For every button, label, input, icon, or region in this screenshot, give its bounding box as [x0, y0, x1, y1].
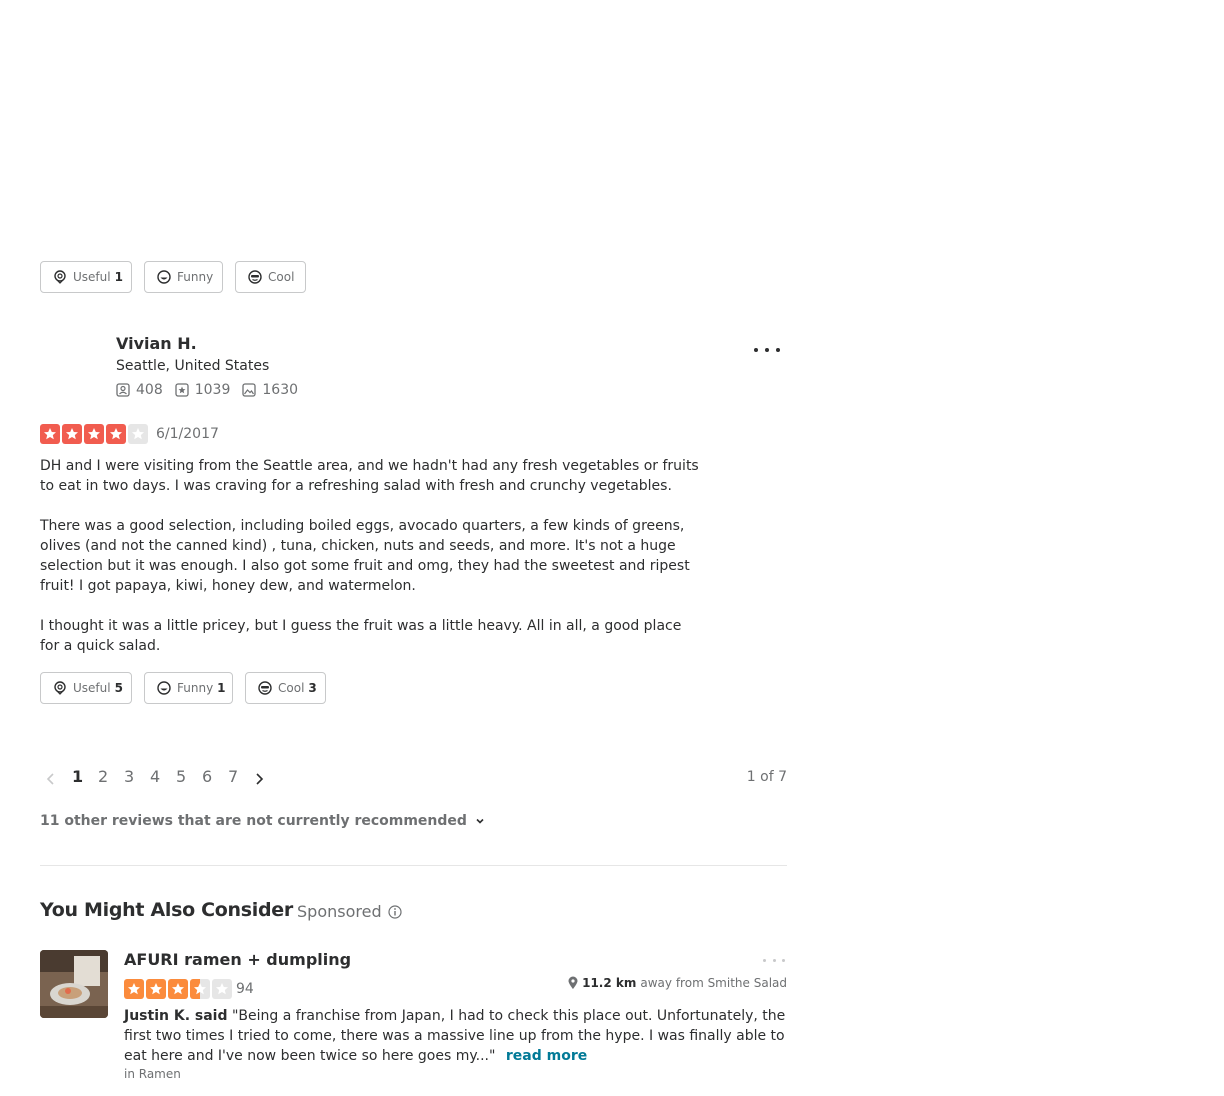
review-paragraph: DH and I were visiting from the Seattle … — [40, 458, 699, 494]
cool-icon — [258, 681, 272, 695]
friends-icon — [116, 383, 130, 397]
cool-button[interactable]: Cool 3 — [245, 672, 326, 704]
page-link-5[interactable]: 5 — [176, 767, 186, 786]
not-recommended-link[interactable]: 11 other reviews that are not currently … — [40, 813, 485, 829]
funny-count: 1 — [217, 681, 226, 695]
page-link-6[interactable]: 6 — [202, 767, 212, 786]
page-link-2[interactable]: 2 — [98, 767, 108, 786]
business-name[interactable]: AFURI ramen + dumpling — [124, 950, 351, 969]
review-paragraph: There was a good selection, including bo… — [40, 518, 690, 594]
distance-suffix: away from Smithe Salad — [640, 976, 787, 990]
cool-count: 3 — [308, 681, 317, 695]
star-icon — [212, 979, 232, 999]
read-more-link[interactable]: read more — [506, 1048, 587, 1064]
next-page-icon[interactable] — [254, 771, 264, 790]
section-divider — [40, 865, 787, 866]
star-icon — [128, 424, 148, 444]
business-photo[interactable] — [40, 950, 108, 1018]
star-icon — [168, 979, 188, 999]
review-rating-stars — [40, 424, 150, 444]
star-icon — [62, 424, 82, 444]
useful-button[interactable]: Useful 1 — [40, 261, 132, 293]
useful-icon — [54, 270, 66, 284]
reviewer-stats: 408 1039 1630 — [116, 382, 298, 398]
useful-count: 1 — [114, 270, 123, 284]
useful-label: Useful — [73, 681, 111, 695]
useful-icon — [54, 681, 66, 695]
cool-button[interactable]: Cool — [235, 261, 306, 293]
reviewer-name[interactable]: Vivian H. — [116, 334, 197, 353]
star-icon — [40, 424, 60, 444]
reviews-count: 1039 — [194, 382, 231, 398]
business-category[interactable]: in Ramen — [124, 1067, 181, 1081]
review-date: 6/1/2017 — [156, 426, 219, 442]
business-rating-stars — [124, 979, 234, 999]
useful-count: 5 — [114, 681, 123, 695]
not-recommended-label: 11 other reviews that are not currently … — [40, 813, 467, 829]
consider-heading: You Might Also Consider — [40, 899, 293, 921]
funny-button[interactable]: Funny — [144, 261, 223, 293]
prev-page-icon[interactable] — [46, 771, 56, 790]
funny-label: Funny — [177, 270, 214, 284]
map-pin-icon — [568, 976, 578, 989]
business-review-count: 94 — [236, 981, 254, 997]
distance-value: 11.2 km — [582, 976, 637, 990]
cool-icon — [248, 270, 262, 284]
business-snippet: Justin K. said "Being a franchise from J… — [124, 1006, 787, 1066]
funny-icon — [157, 681, 171, 695]
useful-button[interactable]: Useful 5 — [40, 672, 132, 704]
page-link-7[interactable]: 7 — [228, 767, 238, 786]
cool-label: Cool — [268, 270, 295, 284]
half-star-icon — [190, 979, 210, 999]
friends-count: 408 — [136, 382, 163, 398]
sponsored-label: Sponsored — [297, 902, 402, 921]
star-icon — [124, 979, 144, 999]
funny-label: Funny — [177, 681, 214, 695]
sponsored-text: Sponsored — [297, 902, 382, 921]
photos-icon — [242, 383, 257, 397]
useful-label: Useful — [73, 270, 111, 284]
star-icon — [146, 979, 166, 999]
chevron-down-icon — [476, 818, 484, 824]
reviews-icon — [175, 383, 189, 397]
cool-label: Cool — [278, 681, 305, 695]
page-summary: 1 of 7 — [746, 769, 787, 785]
business-distance: 11.2 km away from Smithe Salad — [500, 976, 787, 990]
snippet-reviewer: Justin K. said — [124, 1008, 228, 1024]
more-options-icon[interactable] — [754, 340, 780, 360]
info-icon[interactable] — [387, 904, 402, 919]
funny-button[interactable]: Funny 1 — [144, 672, 233, 704]
page-link-3[interactable]: 3 — [124, 767, 134, 786]
page-link-4[interactable]: 4 — [150, 767, 160, 786]
review-paragraph: I thought it was a little pricey, but I … — [40, 618, 682, 654]
more-options-icon[interactable] — [763, 955, 785, 965]
funny-icon — [157, 270, 171, 284]
photos-count: 1630 — [262, 382, 299, 398]
star-icon — [106, 424, 126, 444]
reviewer-location: Seattle, United States — [116, 358, 270, 374]
page-link-1[interactable]: 1 — [72, 767, 83, 786]
star-icon — [84, 424, 104, 444]
